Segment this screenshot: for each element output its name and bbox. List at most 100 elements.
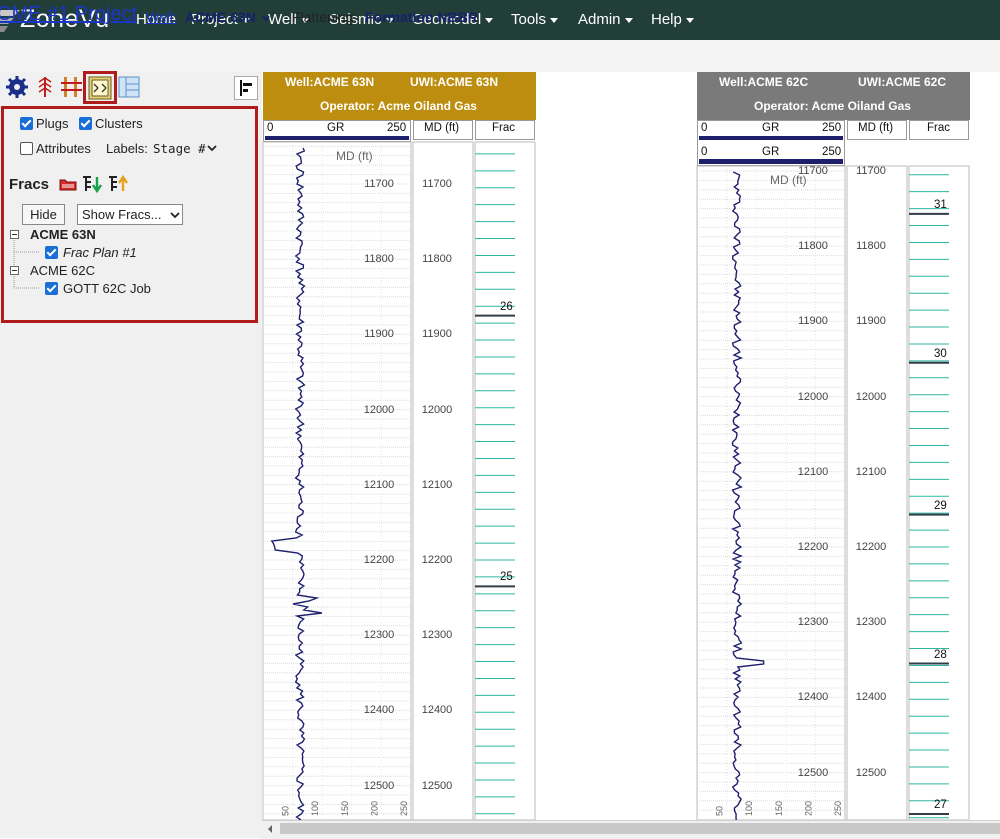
frac-stage-label: 25 (500, 571, 513, 584)
gr-depth-label: 11700 (364, 178, 394, 190)
frac-up-icon[interactable] (107, 174, 129, 194)
log-track (846, 165, 908, 820)
md-depth-label: 12000 (421, 403, 453, 416)
attributes-checkbox[interactable] (20, 142, 33, 155)
frac-icon[interactable] (88, 76, 112, 100)
operator-header: Operator: Acme Oiland Gas (320, 99, 477, 113)
frac-stage-label: 26 (500, 300, 513, 313)
gr-depth-label: 11900 (364, 328, 394, 341)
gr-tick-label: 250 (833, 801, 843, 816)
correlation-icon[interactable] (60, 75, 84, 99)
gr-depth-label: 12000 (363, 403, 395, 416)
align-left-button[interactable] (234, 76, 258, 100)
md-depth-label: 12400 (421, 704, 453, 717)
gr-tick-label: 50 (715, 806, 725, 816)
md-depth-label: 12300 (855, 616, 887, 629)
scroll-left-icon[interactable] (266, 824, 274, 834)
labels-select[interactable]: Stage # (153, 141, 206, 156)
nav-help[interactable]: Help (651, 11, 694, 28)
gott-job-checkbox[interactable] (45, 282, 58, 295)
chevron-down-icon (485, 17, 494, 23)
nav-tools-label: Tools (511, 11, 547, 28)
gr-depth-label: 11800 (798, 240, 828, 253)
well-marker-icon[interactable] (33, 75, 57, 99)
nav-admin[interactable]: Admin (578, 11, 633, 28)
md-depth-label: 12100 (855, 465, 887, 478)
frac-plan-checkbox[interactable] (45, 246, 58, 259)
layout-icon[interactable] (117, 75, 141, 99)
well-select[interactable]: ACME 63N (185, 9, 256, 25)
gr-depth-label: 12000 (797, 390, 829, 403)
md-depth-label: 12500 (855, 766, 887, 779)
frac-header-label: Frac (927, 122, 950, 134)
plugs-checkbox[interactable] (20, 117, 33, 130)
gr-tick-label: 50 (281, 806, 291, 816)
chevron-down-icon[interactable] (262, 14, 270, 22)
gr-depth-label: 12300 (363, 629, 395, 642)
show-fracs-select[interactable]: Show Fracs... (77, 204, 183, 225)
gr-min: 0 (701, 122, 708, 134)
scrollbar-thumb[interactable] (280, 823, 1000, 834)
clusters-checkbox[interactable] (79, 117, 92, 130)
chevron-down-icon[interactable] (207, 144, 217, 152)
md-depth-label: 11800 (856, 240, 886, 253)
md-depth-label: 12000 (855, 390, 887, 403)
collapse-toggle[interactable] (10, 266, 19, 275)
md-depth-label: 11900 (856, 315, 886, 328)
tree-well-acme-63n[interactable]: ACME 63N (30, 227, 96, 242)
uwi-header: UWI:ACME 62C (858, 75, 947, 89)
gr-depth-label: 12500 (363, 779, 395, 792)
clusters-label: Clusters (95, 116, 143, 131)
md-header-label: MD (ft) (424, 122, 460, 134)
gr-depth-label: 12100 (797, 465, 829, 478)
gr-depth-label: 12100 (363, 478, 395, 491)
log-track (696, 165, 846, 820)
md-depth-label: 11700 (422, 178, 452, 190)
log-track (908, 165, 970, 820)
hide-button[interactable]: Hide (22, 204, 65, 225)
attributes-label: Attributes (36, 141, 91, 156)
gr-depth-label: 12200 (797, 541, 829, 553)
project-header-bar (0, 40, 1000, 73)
md-depth-label: 11800 (422, 253, 452, 266)
gr-tick-label: 150 (340, 801, 350, 816)
nav-admin-label: Admin (578, 11, 621, 28)
gr-tick-label: 250 (399, 801, 409, 816)
frac-header-label: Frac (492, 122, 515, 134)
gr-max: 250 (822, 122, 842, 134)
gr-depth-label: 11900 (798, 315, 828, 328)
gr-depth-label: 12300 (797, 616, 829, 629)
md-axis-label: MD (ft) (336, 149, 373, 163)
collapse-toggle[interactable] (10, 230, 19, 239)
operator-header: Operator: Acme Oiland Gas (754, 99, 911, 113)
chevron-down-icon (550, 17, 559, 23)
gr-tick-label: 200 (369, 801, 379, 816)
flattening-value[interactable]: Formation NBBR (365, 9, 478, 25)
frac-stage-label: 30 (934, 347, 947, 360)
fracs-section-title: Fracs (9, 176, 50, 193)
chevron-down-icon (170, 212, 180, 219)
md-depth-label: 12200 (855, 541, 887, 553)
chevron-down-icon (624, 17, 633, 23)
nav-tools[interactable]: Tools (511, 11, 559, 28)
gr-tick-label: 100 (310, 801, 320, 816)
tree-well-acme-62c[interactable]: ACME 62C (30, 263, 95, 278)
tree-item-frac-plan[interactable]: Frac Plan #1 (63, 245, 137, 260)
gr-depth-label: 12400 (797, 691, 829, 704)
gr-label: GR (327, 122, 345, 134)
gear-icon[interactable] (5, 75, 29, 99)
folder-icon[interactable] (59, 177, 77, 191)
gr-depth-label: 12200 (363, 554, 395, 566)
uwi-header: UWI:ACME 63N (410, 75, 499, 89)
gr-depth-label: 11800 (364, 253, 394, 266)
tree-item-gott-job[interactable]: GOTT 62C Job (63, 281, 151, 296)
project-title-link[interactable]: CME #1 Project (0, 3, 137, 26)
frac-stage-label: 31 (934, 198, 947, 211)
well-link[interactable]: Well: (146, 9, 177, 25)
gr-depth-label: 11700 (798, 165, 828, 177)
md-depth-label: 12200 (421, 554, 453, 566)
frac-down-icon[interactable] (81, 174, 103, 194)
md-depth-label: 11900 (422, 328, 452, 341)
gr-depth-label: 12500 (797, 766, 829, 779)
align-left-icon (240, 80, 252, 96)
